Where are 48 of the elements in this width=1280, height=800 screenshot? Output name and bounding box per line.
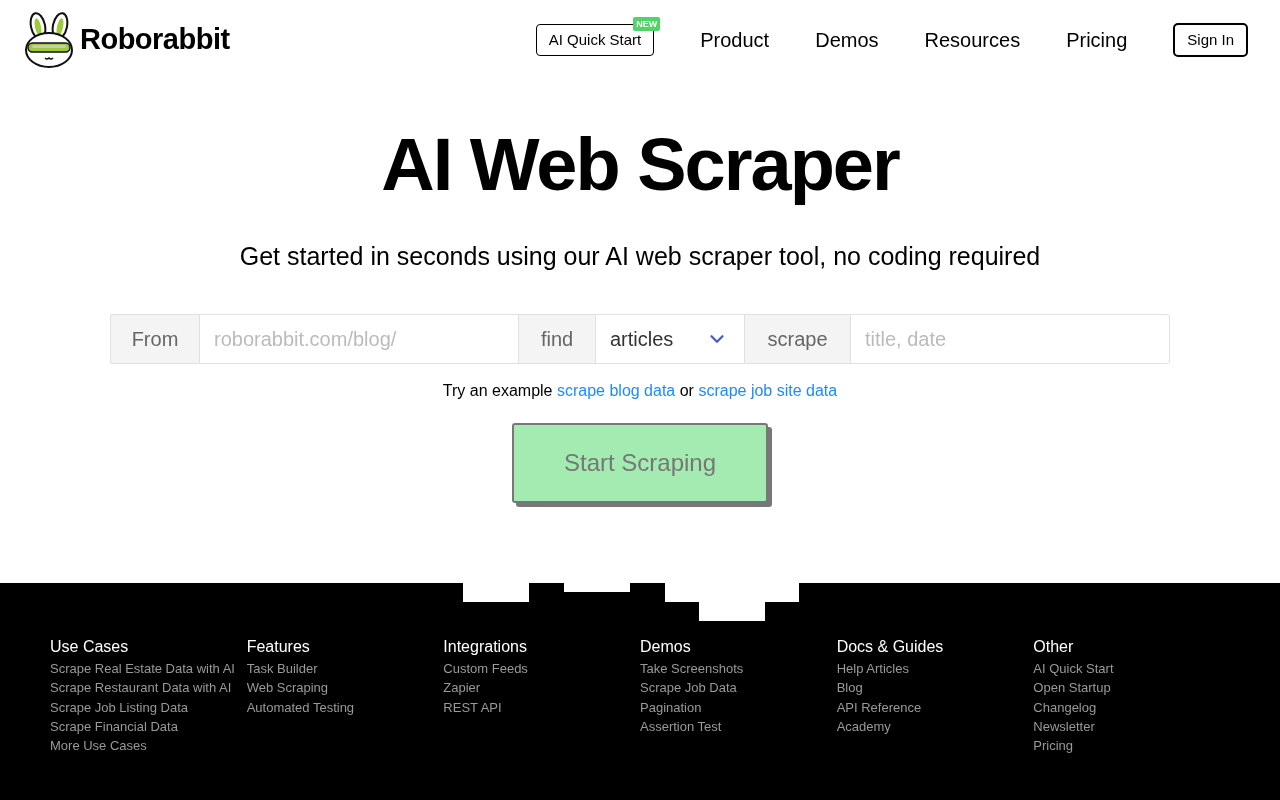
- example-sentence: Try an example scrape blog data or scrape job site data: [442, 381, 838, 401]
- footer-link[interactable]: Pricing: [1033, 736, 1074, 756]
- footer-heading: Integrations: [443, 637, 527, 657]
- footer-heading: Docs & Guides: [836, 637, 944, 657]
- footer-link[interactable]: Task Builder: [246, 659, 318, 679]
- hero-subtitle: Get started in seconds using our AI web scraper tool, no coding required: [239, 241, 1041, 271]
- field-label: find: [518, 314, 595, 364]
- footer-link[interactable]: Assertion Test: [640, 716, 722, 737]
- select-value: articles: [610, 327, 674, 352]
- nav-link[interactable]: Pricing: [1066, 25, 1128, 55]
- field-label: scrape: [744, 314, 850, 364]
- footer-link[interactable]: Web Scraping: [246, 678, 329, 698]
- footer-link[interactable]: Changelog: [1033, 697, 1097, 717]
- footer-link[interactable]: Scrape Financial Data: [50, 716, 178, 737]
- footer-link[interactable]: Scrape Restaurant Data with AI: [50, 678, 232, 698]
- footer-heading: Demos: [640, 637, 691, 657]
- footer-link[interactable]: More Use Cases: [50, 736, 147, 756]
- footer-heading: Features: [246, 637, 310, 657]
- footer-link[interactable]: Scrape Job Data: [640, 678, 737, 698]
- footer-link[interactable]: Academy: [836, 716, 891, 737]
- footer-link[interactable]: Pagination: [640, 697, 702, 717]
- footer-link[interactable]: AI Quick Start: [1033, 659, 1114, 679]
- nav-link[interactable]: Resources: [924, 25, 1021, 55]
- footer-heading: Other: [1033, 637, 1074, 657]
- footer-link[interactable]: REST API: [443, 697, 502, 717]
- bunny-logo-icon: [24, 12, 74, 68]
- footer-link[interactable]: Custom Feeds: [443, 659, 528, 679]
- footer-link[interactable]: Blog: [836, 678, 863, 698]
- new-badge: NEW: [633, 17, 661, 31]
- footer-link[interactable]: Automated Testing: [246, 697, 355, 717]
- hero-title: AI Web Scraper: [381, 123, 899, 207]
- footer-link[interactable]: Newsletter: [1033, 716, 1095, 737]
- footer-link[interactable]: Scrape Real Estate Data with AI: [50, 659, 235, 679]
- footer-link[interactable]: Zapier: [443, 678, 481, 698]
- footer-link[interactable]: API Reference: [836, 697, 922, 717]
- footer-link[interactable]: Open Startup: [1033, 678, 1111, 698]
- url-input-field[interactable]: roborabbit.com/blog/: [199, 314, 518, 364]
- footer-link[interactable]: Help Articles: [836, 659, 909, 679]
- type-select[interactable]: articles: [595, 314, 744, 364]
- nav-link[interactable]: Product: [700, 25, 770, 55]
- footer-link[interactable]: Scrape Job Listing Data: [50, 697, 189, 717]
- url-input-field[interactable]: title, date: [850, 314, 1170, 364]
- footer-heading: Use Cases: [50, 637, 129, 657]
- sign-in-button[interactable]: Sign In: [1173, 23, 1248, 57]
- brand-name: Roborabbit: [80, 22, 230, 58]
- field-label: From: [110, 314, 199, 364]
- footer-link[interactable]: Take Screenshots: [640, 659, 744, 679]
- nav-link[interactable]: Demos: [815, 25, 879, 55]
